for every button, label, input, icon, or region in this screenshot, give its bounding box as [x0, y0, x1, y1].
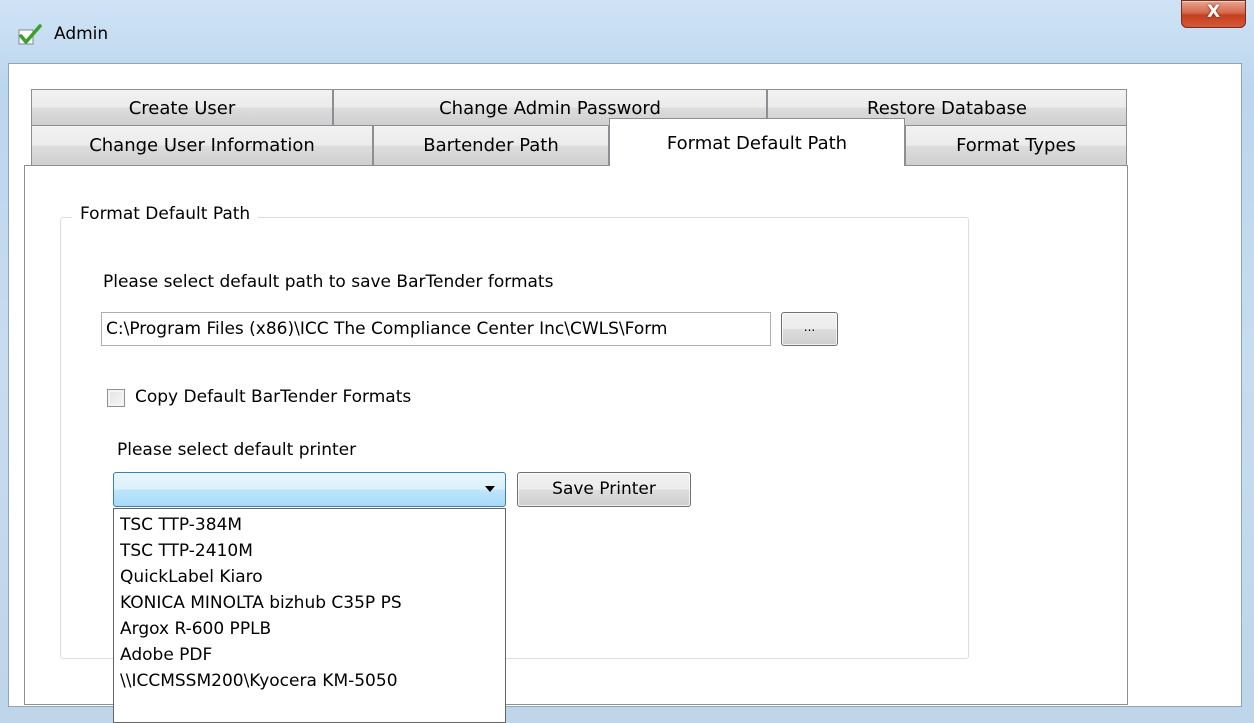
printer-select[interactable] [113, 472, 506, 507]
checkmark-app-icon [18, 24, 42, 46]
window-frame: Admin X Create User Change Admin Passwor… [0, 0, 1254, 723]
printer-option[interactable]: Argox R-600 PPLB [114, 616, 505, 642]
browse-button[interactable]: ... [781, 312, 838, 346]
close-button[interactable]: X [1181, 0, 1246, 28]
tab-bartender-path[interactable]: Bartender Path [373, 125, 609, 165]
printer-option[interactable]: \\ICCMSSM200\Kyocera KM-5050 [114, 668, 505, 694]
path-input[interactable]: C:\Program Files (x86)\ICC The Complianc… [101, 312, 771, 346]
printer-option[interactable]: TSC TTP-384M [114, 512, 505, 538]
group-title: Format Default Path [72, 204, 259, 224]
path-input-value: C:\Program Files (x86)\ICC The Complianc… [106, 319, 668, 339]
chevron-down-icon [485, 486, 495, 492]
tab-format-types[interactable]: Format Types [905, 125, 1127, 165]
printer-option[interactable]: QuickLabel Kiaro [114, 564, 505, 590]
printer-option[interactable]: KONICA MINOLTA bizhub C35P PS [114, 590, 505, 616]
tab-change-user-information[interactable]: Change User Information [31, 125, 373, 165]
printer-option[interactable]: TSC TTP-2410M [114, 538, 505, 564]
tab-format-default-path[interactable]: Format Default Path [609, 118, 905, 166]
save-printer-button[interactable]: Save Printer [517, 472, 691, 507]
printer-prompt-label: Please select default printer [117, 440, 357, 460]
path-prompt-label: Please select default path to save BarTe… [103, 272, 554, 292]
title-bar[interactable]: Admin X [0, 0, 1254, 64]
window-title: Admin [54, 24, 109, 44]
printer-dropdown-list: TSC TTP-384M TSC TTP-2410M QuickLabel Ki… [113, 508, 506, 723]
tab-create-user[interactable]: Create User [31, 89, 333, 125]
copy-formats-label[interactable]: Copy Default BarTender Formats [135, 387, 411, 407]
printer-option[interactable]: Adobe PDF [114, 642, 505, 668]
close-icon: X [1206, 2, 1221, 22]
copy-formats-checkbox[interactable] [107, 389, 125, 407]
